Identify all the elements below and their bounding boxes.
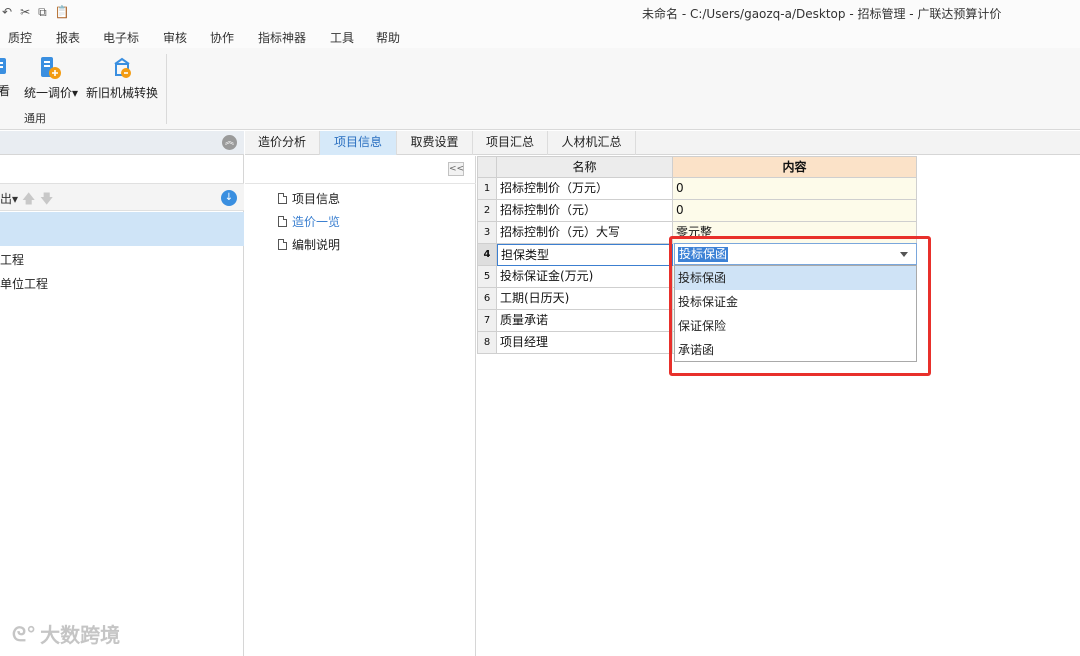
view-button-label: 看 [0,84,10,98]
unify-price-button[interactable]: 统一调价▾ [24,56,78,101]
watermark-text: 大数跨境 [40,623,121,647]
nav-item-project-info[interactable]: 项目信息 [278,190,340,207]
menu-tools[interactable]: 工具 [330,29,354,46]
export-menu-button[interactable]: 出▾ [0,190,18,207]
collapse-up-icon[interactable]: ︽ [222,135,237,150]
unify-price-icon [41,57,62,79]
row-name[interactable]: 投标保证金(万元) [497,266,673,288]
view-button[interactable]: 看 [0,56,14,99]
row-name[interactable]: 项目经理 [497,332,673,354]
chevron-down-icon: ▾ [72,86,79,100]
window-title: 未命名 - C:/Users/gaozq-a/Desktop - 招标管理 - … [642,7,1002,21]
watermark-logo-icon: ᘓ° [12,621,37,646]
view-icon [0,58,6,74]
nav-item-label: 造价一览 [292,215,341,229]
header-value[interactable]: 内容 [673,156,917,178]
row-index: 2 [477,200,497,222]
row-index: 8 [477,332,497,354]
row-name[interactable]: 担保类型 [497,244,673,266]
table-row[interactable]: 2 招标控制价（元） 0 [477,200,917,222]
nav-divider [245,183,476,184]
machine-convert-icon [114,57,131,78]
menu-e-bid[interactable]: 电子标 [103,29,139,46]
grid-header-row: 名称 内容 [477,156,917,178]
document-icon [278,193,287,204]
menu-quality-control[interactable]: 质控 [8,29,32,46]
row-name[interactable]: 质量承诺 [497,310,673,332]
menu-index-tool[interactable]: 指标神器 [258,29,306,46]
row-name[interactable]: 招标控制价（元）大写 [497,222,673,244]
row-index: 7 [477,310,497,332]
tab-cost-analysis[interactable]: 造价分析 [245,131,320,155]
title-bar: ↶ ✂ ⧉ 📋 未命名 - C:/Users/gaozq-a/Desktop -… [0,0,1080,26]
ribbon-group-label: 通用 [24,112,46,125]
nav-item-label: 项目信息 [292,192,341,206]
row-index: 3 [477,222,497,244]
move-down-icon[interactable]: 🡇 [40,190,53,212]
nav-item-compile-notes[interactable]: 编制说明 [278,236,340,253]
nav-item-label: 编制说明 [292,238,341,252]
row-value[interactable]: 0 [673,200,917,222]
collapse-left-icon[interactable]: << [448,162,464,176]
tree-item-unit-project[interactable]: 单位工程 [0,275,48,292]
header-name[interactable]: 名称 [497,156,673,178]
row-index: 1 [477,178,497,200]
row-name[interactable]: 招标控制价（万元） [497,178,673,200]
move-up-icon[interactable]: 🡅 [22,190,35,212]
tree-item-project[interactable]: 工程 [0,251,24,268]
copy-icon[interactable]: ⧉ [38,4,47,20]
tab-fee-settings[interactable]: 取费设置 [397,131,473,155]
machine-convert-button[interactable]: 新旧机械转换 [86,56,158,101]
highlight-annotation-box [669,236,931,376]
ribbon: 看 统一调价▾ 新旧机械转换 通用 [0,48,1080,130]
row-index: 4 [477,244,497,266]
unify-price-label: 统一调价 [24,86,73,100]
row-index: 6 [477,288,497,310]
row-name[interactable]: 招标控制价（元） [497,200,673,222]
tab-project-info[interactable]: 项目信息 [320,131,397,155]
tab-project-summary[interactable]: 项目汇总 [473,131,548,155]
row-name[interactable]: 工期(日历天) [497,288,673,310]
machine-convert-label: 新旧机械转换 [86,86,159,100]
row-value[interactable]: 0 [673,178,917,200]
watermark: ᘓ° 大数跨境 [12,619,120,648]
paste-icon[interactable]: 📋 [55,4,70,20]
quick-access-toolbar: ↶ ✂ ⧉ 📋 [2,4,70,20]
undo-icon[interactable]: ↶ [2,4,12,20]
tab-bar: 造价分析 项目信息 取费设置 项目汇总 人材机汇总 [245,131,1080,155]
download-icon[interactable]: ↓ [221,190,237,206]
document-icon [278,216,287,227]
document-icon [278,239,287,250]
tab-labor-material-summary[interactable]: 人材机汇总 [548,131,636,155]
header-index-cell [477,156,497,178]
left-panel-toolbar: 出▾ 🡅 🡇 ↓ [0,183,244,211]
menu-bar: 质控 报表 电子标 审核 协作 指标神器 工具 帮助 [0,26,1080,48]
cut-icon[interactable]: ✂ [20,4,30,20]
nav-item-cost-overview[interactable]: 造价一览 [278,213,340,230]
table-row[interactable]: 1 招标控制价（万元） 0 [477,178,917,200]
ribbon-separator [166,54,167,124]
row-index: 5 [477,266,497,288]
left-panel-header: ︽ [0,131,244,155]
menu-collaborate[interactable]: 协作 [210,29,234,46]
tree-item-selected[interactable] [0,212,244,246]
project-tree-panel: ︽ 出▾ 🡅 🡇 ↓ 工程 单位工程 [0,131,244,656]
menu-review[interactable]: 审核 [163,29,187,46]
info-nav-panel: << 项目信息 造价一览 编制说明 [245,156,476,656]
menu-help[interactable]: 帮助 [376,29,400,46]
menu-reports[interactable]: 报表 [56,29,80,46]
